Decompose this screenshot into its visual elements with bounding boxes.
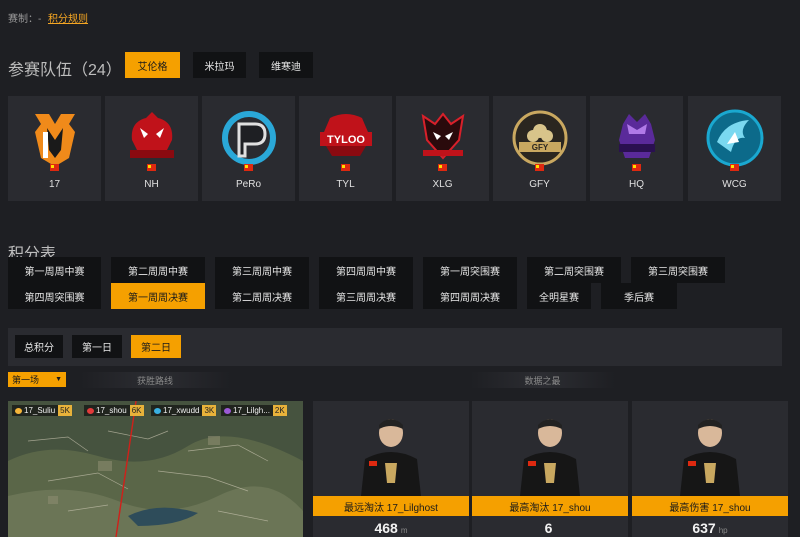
- helmet-icon: [87, 407, 94, 414]
- team-card-tyl[interactable]: TYLOO TYL: [299, 96, 392, 201]
- helmet-icon: [154, 407, 161, 414]
- data-highlights-title: 数据之最: [470, 372, 615, 388]
- team-17-logo: [23, 110, 87, 166]
- chevron-down-icon: ▼: [55, 376, 62, 383]
- stat-value: 637 hp: [692, 520, 728, 536]
- route-map[interactable]: [8, 401, 303, 537]
- tab-day-2[interactable]: 第二日: [131, 335, 181, 358]
- stat-label: 最远淘汰 17_Lilghost: [313, 496, 469, 516]
- tab-stage-w4-breakout[interactable]: 第四周突围赛: [8, 283, 101, 309]
- tab-stage-w1-breakout[interactable]: 第一周突围赛: [423, 257, 517, 283]
- day-tabs-panel: [8, 328, 782, 366]
- player-tag: 17_Lilgh... 2K: [221, 405, 287, 416]
- team-name: TYL: [336, 179, 355, 190]
- stat-label: 最高伤害 17_shou: [632, 496, 788, 516]
- team-hq-logo: [605, 110, 669, 166]
- tab-stage-w1-final[interactable]: 第一周周决赛: [111, 283, 205, 309]
- tab-group-erangel[interactable]: 艾伦格: [125, 52, 180, 78]
- tab-stage-w3-mid[interactable]: 第三周周中赛: [215, 257, 309, 283]
- team-name: 17: [48, 179, 61, 190]
- player-distance: 6K: [129, 405, 144, 416]
- format-label: 赛制：-: [8, 14, 42, 25]
- tab-day-total[interactable]: 总积分: [15, 335, 63, 358]
- stat-label: 最高淘汰 17_shou: [472, 496, 628, 516]
- player-name: 17_Suliu: [24, 406, 56, 415]
- team-name: NH: [144, 179, 159, 190]
- team-name: HQ: [629, 179, 644, 190]
- stat-value: 6: [544, 520, 553, 536]
- tab-stage-playoffs[interactable]: 季后赛: [601, 283, 677, 309]
- helmet-icon: [224, 407, 231, 414]
- tab-stage-w4-mid[interactable]: 第四周周中赛: [319, 257, 413, 283]
- tab-stage-w3-final[interactable]: 第三周周决赛: [319, 283, 413, 309]
- round-select-value: 第一场: [12, 375, 40, 385]
- stat-card-most-kills: 最高淘汰 17_shou 6: [472, 401, 628, 537]
- team-name: GFY: [529, 179, 550, 190]
- team-name: PeRo: [235, 179, 261, 190]
- tab-group-miramar[interactable]: 米拉玛: [193, 52, 246, 78]
- team-card-pero[interactable]: PeRo: [202, 96, 295, 201]
- tab-stage-w4-final[interactable]: 第四周周决赛: [423, 283, 517, 309]
- team-gfy-logo: GFY: [508, 110, 572, 166]
- top-bar: 赛制：- 积分规则: [0, 0, 800, 30]
- team-card-nh[interactable]: NH: [105, 96, 198, 201]
- china-flag-icon: [438, 164, 447, 171]
- player-tag: 17_Suliu 5K: [12, 405, 72, 416]
- team-nh-logo: [120, 110, 184, 166]
- stat-card-most-damage: 最高伤害 17_shou 637 hp: [632, 401, 788, 537]
- tab-stage-w1-mid[interactable]: 第一周周中赛: [8, 257, 101, 283]
- player-photo: [361, 419, 421, 496]
- tab-stage-allstar[interactable]: 全明星赛: [527, 283, 591, 309]
- team-name: XLG: [432, 179, 453, 190]
- team-wcg-logo: [703, 109, 767, 167]
- svg-text:GFY: GFY: [531, 143, 548, 152]
- player-photo: [680, 419, 740, 496]
- tab-stage-w3-breakout[interactable]: 第三周突围赛: [631, 257, 725, 283]
- helmet-icon: [15, 407, 22, 414]
- china-flag-icon: [341, 164, 350, 171]
- map-terrain: [8, 401, 303, 537]
- round-select[interactable]: 第一场 ▼: [8, 372, 66, 387]
- china-flag-icon: [730, 164, 739, 171]
- player-tag: 17_xwudd 3K: [151, 405, 217, 416]
- team-xlg-logo: [411, 110, 475, 166]
- tab-stage-w2-breakout[interactable]: 第二周突围赛: [527, 257, 621, 283]
- team-pero-logo: [217, 110, 281, 166]
- player-distance: 5K: [58, 405, 72, 416]
- points-rules-link[interactable]: 积分规则: [48, 10, 88, 25]
- team-card-gfy[interactable]: GFY GFY: [493, 96, 586, 201]
- stat-card-longest-kill: 最远淘汰 17_Lilghost 468 m: [313, 401, 469, 537]
- stat-value: 468 m: [374, 520, 408, 536]
- team-card-xlg[interactable]: XLG: [396, 96, 489, 201]
- winning-route-title: 获胜路线: [80, 372, 230, 388]
- tab-stage-w2-final[interactable]: 第二周周决赛: [215, 283, 309, 309]
- china-flag-icon: [632, 164, 641, 171]
- team-card-wcg[interactable]: WCG: [688, 96, 781, 201]
- player-photo: [520, 419, 580, 496]
- teams-title: 参赛队伍（24）: [8, 62, 122, 79]
- tab-day-1[interactable]: 第一日: [72, 335, 122, 358]
- player-name: 17_Lilgh...: [233, 406, 270, 415]
- china-flag-icon: [535, 164, 544, 171]
- player-name: 17_xwudd: [163, 406, 200, 415]
- china-flag-icon: [244, 164, 253, 171]
- player-distance: 3K: [202, 405, 217, 416]
- tab-group-vikendi[interactable]: 维寒迪: [259, 52, 313, 78]
- player-tag: 17_shou 6K: [84, 405, 144, 416]
- player-distance: 2K: [272, 405, 287, 416]
- team-card-hq[interactable]: HQ: [590, 96, 683, 201]
- team-card-17[interactable]: 17: [8, 96, 101, 201]
- tab-stage-w2-mid[interactable]: 第二周周中赛: [111, 257, 205, 283]
- player-name: 17_shou: [96, 406, 127, 415]
- svg-text:TYLOO: TYLOO: [327, 134, 365, 146]
- china-flag-icon: [50, 164, 59, 171]
- team-tyl-logo: TYLOO: [314, 110, 378, 166]
- team-name: WCG: [722, 179, 747, 190]
- china-flag-icon: [147, 164, 156, 171]
